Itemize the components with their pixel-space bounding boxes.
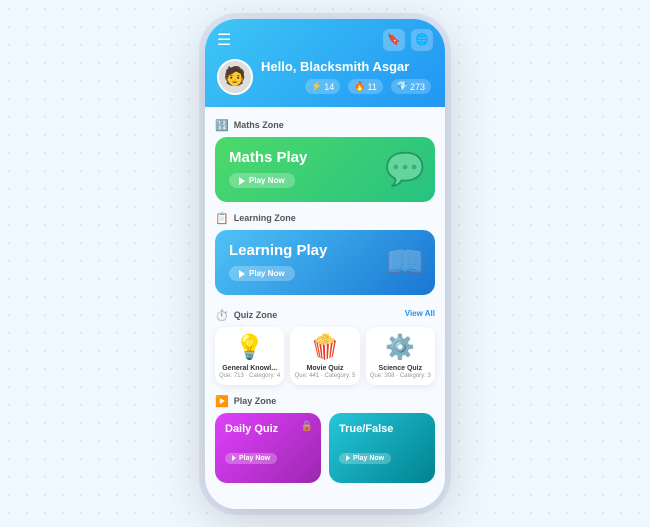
maths-play-icon — [239, 177, 245, 185]
daily-quiz-play-icon — [232, 455, 236, 461]
daily-quiz-play-button[interactable]: Play Now — [225, 453, 277, 464]
daily-quiz-title: Daily Quiz — [225, 423, 311, 435]
greeting-text: Hello, Blacksmith Asgar — [261, 59, 431, 74]
quiz-card-science[interactable]: ⚙️ Science Quiz Que: 308 · Category: 3 — [366, 327, 435, 385]
lightning-icon: ⚡ — [311, 81, 322, 92]
learning-play-button[interactable]: Play Now — [229, 266, 295, 281]
quiz-zone-label: ⏱️ Quiz Zone — [215, 309, 277, 322]
view-all-button[interactable]: View All — [405, 309, 435, 318]
gem-icon: 💎 — [397, 81, 408, 92]
maths-play-button[interactable]: Play Now — [229, 173, 295, 188]
play-zone-grid: Daily Quiz 🔒 Play Now True/False Play No… — [215, 413, 435, 483]
maths-play-card[interactable]: Maths Play Play Now 💬 — [215, 137, 435, 202]
fire-icon: 🔥 — [354, 81, 365, 92]
menu-icon[interactable]: ☰ — [217, 30, 231, 50]
true-false-play-button[interactable]: Play Now — [339, 453, 391, 464]
true-false-play-icon — [346, 455, 350, 461]
learning-play-icon — [239, 270, 245, 278]
maths-card-deco: 💬 — [385, 150, 425, 188]
stat-badge-fire: 🔥 11 — [348, 79, 383, 94]
general-quiz-name: General Knowl... — [219, 365, 280, 372]
avatar: 🧑 — [217, 59, 253, 95]
learning-play-card[interactable]: Learning Play Play Now 📖 — [215, 230, 435, 295]
lock-icon: 🔒 — [301, 421, 313, 432]
stat-value-1: 11 — [367, 82, 376, 92]
science-quiz-meta: Que: 308 · Category: 3 — [370, 373, 431, 379]
true-false-card[interactable]: True/False Play Now — [329, 413, 435, 483]
daily-quiz-card[interactable]: Daily Quiz 🔒 Play Now — [215, 413, 321, 483]
quiz-zone-icon: ⏱️ — [215, 309, 229, 322]
play-zone-icon: ▶️ — [215, 395, 229, 408]
science-quiz-name: Science Quiz — [370, 365, 431, 372]
movie-quiz-emoji: 🍿 — [294, 333, 355, 362]
bookmark-button[interactable]: 🔖 — [383, 29, 405, 51]
learning-card-deco: 📖 — [385, 243, 425, 281]
phone-frame: ☰ 🔖 🌐 🧑 Hello, Blacksmith Asgar ⚡ 14 🔥 1… — [205, 19, 445, 509]
play-zone-label: ▶️ Play Zone — [215, 395, 435, 408]
stat-badge-lightning: ⚡ 14 — [305, 79, 340, 94]
movie-quiz-name: Movie Quiz — [294, 365, 355, 372]
maths-zone-label: 🔢 Maths Zone — [215, 119, 435, 132]
header: ☰ 🔖 🌐 🧑 Hello, Blacksmith Asgar ⚡ 14 🔥 1… — [205, 19, 445, 107]
true-false-title: True/False — [339, 423, 425, 435]
quiz-card-movie[interactable]: 🍿 Movie Quiz Que: 441 · Category: 5 — [290, 327, 359, 385]
stat-value-2: 273 — [410, 82, 425, 92]
movie-quiz-meta: Que: 441 · Category: 5 — [294, 373, 355, 379]
learning-zone-label: 📋 Learning Zone — [215, 212, 435, 225]
content-area: 🔢 Maths Zone Maths Play Play Now 💬 📋 Lea… — [205, 107, 445, 509]
quiz-card-general[interactable]: 💡 General Knowl... Que: 713 · Category: … — [215, 327, 284, 385]
quiz-grid: 💡 General Knowl... Que: 713 · Category: … — [215, 327, 435, 385]
stat-badge-gem: 💎 273 — [391, 79, 431, 94]
general-quiz-meta: Que: 713 · Category: 4 — [219, 373, 280, 379]
learning-zone-icon: 📋 — [215, 212, 229, 225]
translate-button[interactable]: 🌐 — [411, 29, 433, 51]
science-quiz-emoji: ⚙️ — [370, 333, 431, 362]
stat-value-0: 14 — [324, 82, 334, 92]
maths-zone-icon: 🔢 — [215, 119, 229, 132]
general-quiz-emoji: 💡 — [219, 333, 280, 362]
